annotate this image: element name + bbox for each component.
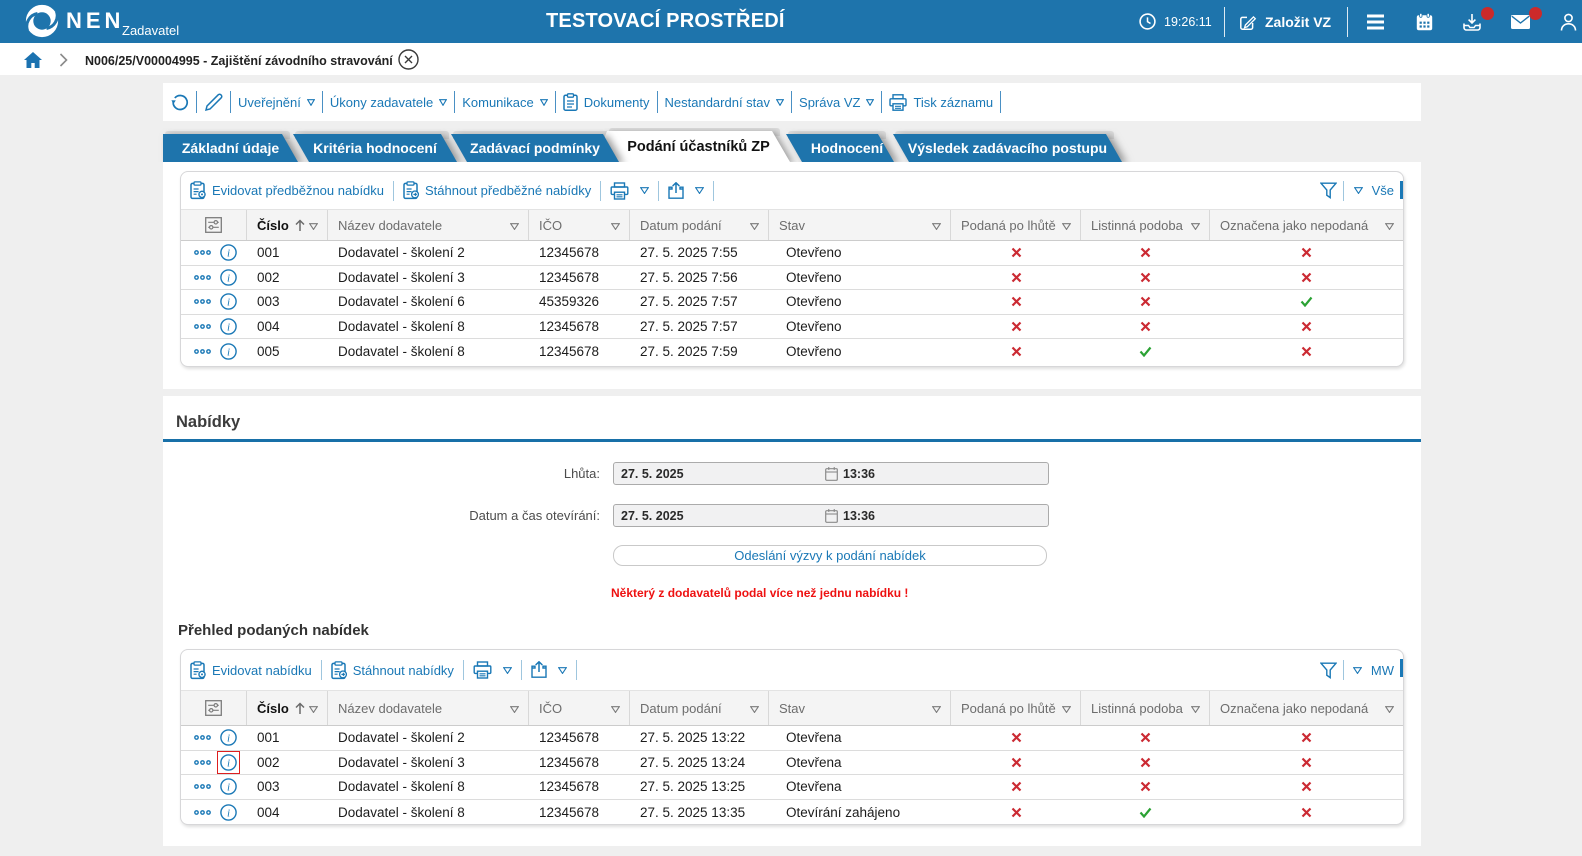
svg-text:i: i xyxy=(227,757,230,769)
svg-text:i: i xyxy=(227,272,230,284)
svg-text:i: i xyxy=(227,248,230,260)
svg-text:i: i xyxy=(227,321,230,333)
svg-text:i: i xyxy=(227,733,230,745)
svg-text:i: i xyxy=(227,807,230,819)
svg-text:i: i xyxy=(227,297,230,309)
svg-text:i: i xyxy=(227,782,230,794)
svg-text:i: i xyxy=(227,347,230,359)
